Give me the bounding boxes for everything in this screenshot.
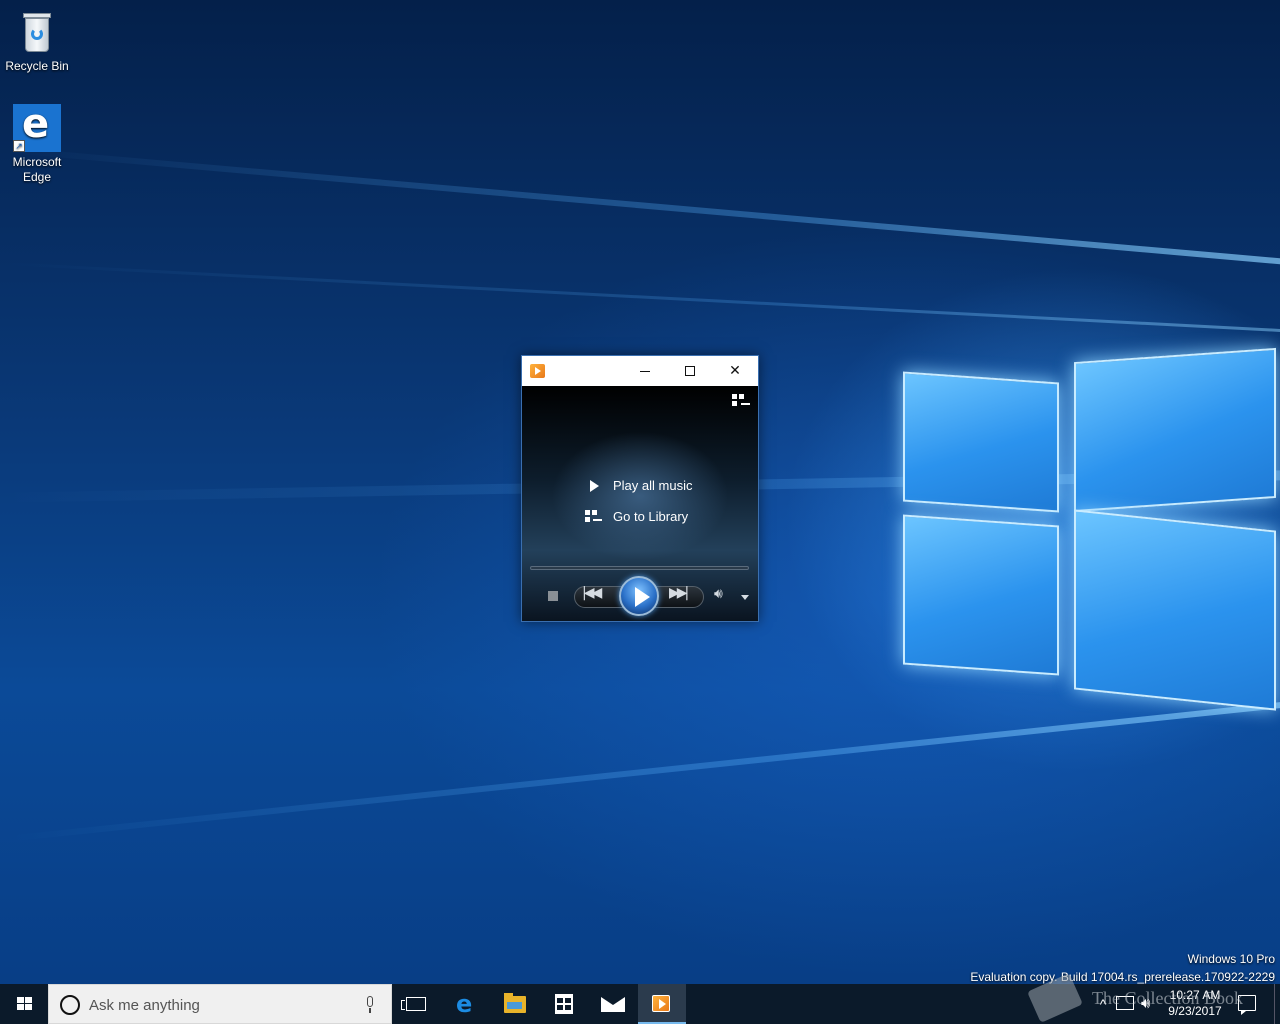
wallpaper-light-beam bbox=[6, 700, 1280, 842]
wallpaper-window-pane bbox=[1074, 509, 1276, 711]
library-icon bbox=[584, 510, 602, 524]
wallpaper-window-pane bbox=[903, 371, 1059, 513]
player-content: Play all music Go to Library |◀◀ ▶▶| 🔊︎ bbox=[522, 386, 758, 621]
wallpaper-window-pane bbox=[903, 514, 1059, 676]
media-player-window: ✕ Play all music Go to Library |◀◀ ▶▶| 🔊… bbox=[521, 355, 759, 622]
close-button[interactable]: ✕ bbox=[712, 356, 758, 386]
shortcut-arrow-icon: ↗ bbox=[13, 140, 25, 152]
close-icon: ✕ bbox=[729, 363, 741, 379]
wallpaper-light-beam bbox=[1, 261, 1280, 333]
microphone-icon[interactable] bbox=[365, 996, 375, 1014]
title-bar[interactable]: ✕ bbox=[522, 356, 758, 386]
maximize-button[interactable] bbox=[667, 356, 713, 386]
recycle-bin-icon bbox=[13, 8, 61, 56]
edge-icon: e ↗ bbox=[13, 101, 61, 152]
taskbar-store-button[interactable] bbox=[540, 984, 588, 1024]
desktop-icon-microsoft-edge[interactable]: e ↗ Microsoft Edge bbox=[1, 101, 73, 185]
wallpaper-light-beam bbox=[4, 146, 1280, 266]
taskbar-mail-button[interactable] bbox=[589, 984, 637, 1024]
next-icon[interactable]: ▶▶| bbox=[669, 585, 689, 601]
file-explorer-icon bbox=[504, 993, 526, 1013]
seek-bar[interactable] bbox=[530, 566, 749, 570]
play-button[interactable] bbox=[619, 576, 659, 616]
minimize-icon bbox=[640, 370, 650, 372]
taskbar-file-explorer-button[interactable] bbox=[491, 984, 539, 1024]
taskbar-media-player-button[interactable] bbox=[638, 984, 686, 1024]
windows-media-player-icon bbox=[530, 364, 545, 378]
desktop-icon-label: Microsoft Edge bbox=[12, 155, 62, 184]
search-input[interactable] bbox=[89, 993, 349, 1017]
previous-icon[interactable]: |◀◀ bbox=[582, 585, 602, 601]
task-view-button[interactable] bbox=[392, 984, 440, 1024]
show-desktop-button[interactable] bbox=[1274, 984, 1280, 1024]
desktop-icon-label: Recycle Bin bbox=[5, 59, 69, 73]
store-icon bbox=[555, 994, 573, 1014]
play-icon bbox=[584, 479, 602, 493]
stop-icon[interactable] bbox=[548, 591, 558, 601]
edition-label: Windows 10 Pro bbox=[1187, 952, 1275, 966]
collection-book-watermark: The Collection Book bbox=[1027, 973, 1272, 1024]
maximize-icon bbox=[685, 366, 695, 376]
book-icon bbox=[1027, 973, 1083, 1023]
cortana-icon[interactable] bbox=[60, 995, 80, 1015]
minimize-button[interactable] bbox=[622, 356, 668, 386]
wallpaper-window-pane bbox=[1074, 347, 1276, 513]
mail-icon bbox=[601, 997, 625, 1012]
taskbar-edge-button[interactable]: e bbox=[443, 984, 491, 1024]
play-icon bbox=[635, 587, 650, 607]
volume-dropdown-icon[interactable] bbox=[741, 595, 749, 600]
edge-icon: e bbox=[456, 990, 473, 1018]
desktop-icon-recycle-bin[interactable]: Recycle Bin bbox=[1, 8, 73, 74]
cortana-search-box[interactable] bbox=[48, 984, 392, 1024]
volume-icon[interactable]: 🔊︎ bbox=[714, 586, 723, 602]
switch-to-library-icon[interactable] bbox=[732, 394, 750, 408]
task-view-icon bbox=[401, 997, 426, 1011]
windows-logo-icon bbox=[17, 997, 32, 1011]
start-button[interactable] bbox=[0, 984, 48, 1024]
windows-media-player-icon bbox=[652, 995, 670, 1012]
